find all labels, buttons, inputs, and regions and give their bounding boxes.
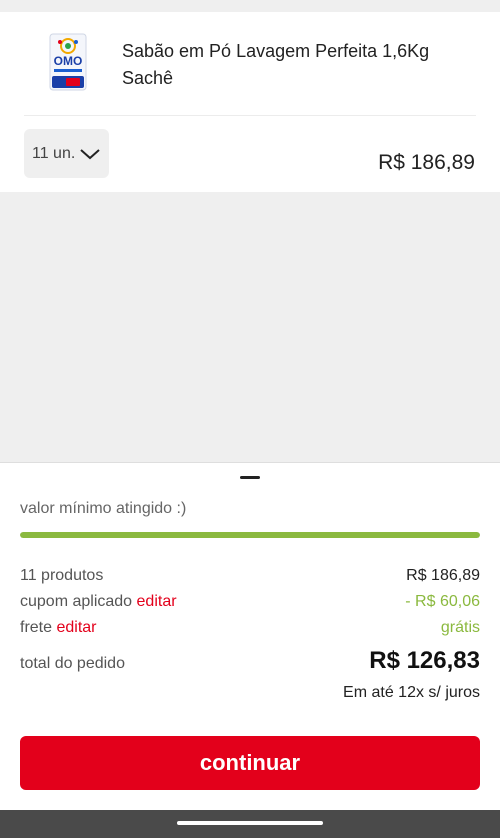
- total-row: total do pedido R$ 126,83: [20, 647, 480, 675]
- product-name: Sabão em Pó Lavagem Perfeita 1,6Kg Sachê: [122, 41, 430, 88]
- quantity-value: 11 un.: [32, 144, 76, 162]
- drag-handle[interactable]: [240, 476, 260, 479]
- item-price: R$ 186,89: [378, 151, 475, 174]
- products-row: 11 produtos R$ 186,89: [20, 567, 480, 585]
- shipping-row: frete editar grátis: [20, 619, 480, 637]
- coupon-discount-value: - R$ 60,06: [405, 593, 480, 610]
- order-summary-sheet: valor mínimo atingido :) 11 produtos R$ …: [0, 462, 500, 810]
- total-label: total do pedido: [20, 655, 125, 672]
- chevron-down-icon: [80, 148, 100, 159]
- products-label: 11 produtos: [20, 567, 104, 584]
- shipping-value: grátis: [440, 619, 480, 636]
- home-indicator[interactable]: [177, 821, 323, 825]
- shipping-edit-link[interactable]: editar: [56, 619, 96, 636]
- omo-detergent-package-icon: OMO: [49, 33, 87, 91]
- installments-info: Em até 12x s/ juros: [343, 684, 480, 701]
- coupon-edit-link[interactable]: editar: [137, 593, 177, 610]
- coupon-row: cupom aplicado editar - R$ 60,06: [20, 593, 480, 611]
- continue-button[interactable]: continuar: [20, 736, 480, 790]
- total-value: R$ 126,83: [369, 647, 480, 674]
- minimum-progress-bar: [20, 532, 480, 538]
- cart-item-card: OMO Sabão em Pó Lavagem Perfeita 1,6Kg S…: [0, 12, 500, 192]
- svg-text:OMO: OMO: [54, 54, 83, 68]
- top-strip: [0, 0, 500, 12]
- divider: [24, 115, 476, 116]
- quantity-dropdown[interactable]: 11 un.: [24, 129, 109, 178]
- progress-fill: [20, 532, 480, 538]
- system-nav-bar: [0, 810, 500, 838]
- minimum-value-message: valor mínimo atingido :): [20, 500, 187, 517]
- products-value: R$ 186,89: [406, 567, 480, 584]
- shipping-label: frete: [20, 619, 53, 636]
- coupon-label: cupom aplicado: [20, 593, 133, 610]
